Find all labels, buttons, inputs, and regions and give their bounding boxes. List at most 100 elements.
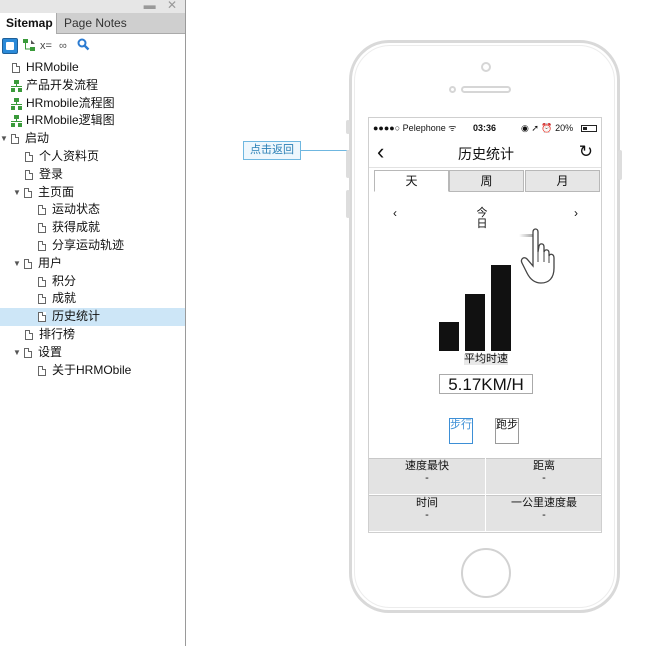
tree-item[interactable]: 分享运动轨迹 <box>0 237 185 255</box>
tree-item-label: 关于HRMObile <box>52 362 132 377</box>
tree-item[interactable]: 产品开发流程 <box>0 77 185 95</box>
stat-distance: 距离 - <box>486 458 601 494</box>
status-bar: ●●●●○ Pelephone ᯤ 03:36 ◉ ➚ ⏰ 20% <box>369 118 601 138</box>
phone-sensor <box>449 86 456 93</box>
home-button[interactable] <box>461 548 511 598</box>
flow-diagram-icon <box>11 115 22 128</box>
page-title: 历史统计 <box>458 146 514 162</box>
stat-km-speed: 一公里速度最 - <box>486 495 601 531</box>
phone-screen: ●●●●○ Pelephone ᯤ 03:36 ◉ ➚ ⏰ 20% ‹ 历史统计… <box>368 117 602 533</box>
tree-item-label: 积分 <box>52 273 77 288</box>
tree-item-label: 设置 <box>38 344 63 359</box>
tab-day[interactable]: 天 <box>374 170 449 192</box>
tab-sitemap[interactable]: Sitemap <box>0 13 57 34</box>
tree-item[interactable]: 运动状态 <box>0 201 185 219</box>
date-label: 今日 <box>476 207 488 230</box>
prev-date-button[interactable]: ‹ <box>393 206 397 220</box>
sitemap-tree: HRMobile 产品开发流程 HRmobile流程图 HRMobile逻辑图 ▼ 启动个… <box>0 59 185 379</box>
sitemap-toolbar: x= ∞ <box>0 36 185 56</box>
add-flow-icon[interactable] <box>22 38 36 54</box>
stat-time: 时间 - <box>369 495 485 531</box>
expand-arrow-icon[interactable]: ▼ <box>13 344 21 362</box>
phone-speaker <box>461 86 511 93</box>
stats-grid: 速度最快 - 距离 - 时间 - 一公里速度最 - <box>369 458 601 532</box>
tree-item[interactable]: 历史统计 <box>0 308 185 326</box>
page-icon <box>25 151 33 162</box>
tree-item[interactable]: 个人资料页 <box>0 148 185 166</box>
page-icon <box>38 365 46 376</box>
tab-week[interactable]: 周 <box>449 170 524 192</box>
stat-value: - <box>542 509 546 521</box>
tree-item[interactable]: 关于HRMObile <box>0 362 185 380</box>
tree-item-label: 个人资料页 <box>39 148 100 163</box>
tree-item[interactable]: 登录 <box>0 166 185 184</box>
stat-label: 一公里速度最 <box>511 497 577 509</box>
tree-item-label: 主页面 <box>38 184 75 199</box>
page-icon <box>38 240 46 251</box>
page-icon <box>25 169 33 180</box>
panel-title-bar: ▬ ✕ <box>0 0 185 13</box>
tree-item-label: 产品开发流程 <box>26 77 99 92</box>
tree-item[interactable]: HRMobile <box>0 59 185 77</box>
tree-item[interactable]: HRmobile流程图 <box>0 95 185 113</box>
avg-speed-label: 平均时速 <box>464 353 508 365</box>
battery-icon <box>581 125 597 132</box>
stat-value: - <box>425 509 429 521</box>
phone-camera <box>481 62 491 72</box>
run-mode-button[interactable]: 跑步 <box>495 418 519 444</box>
add-page-icon[interactable] <box>2 38 18 54</box>
expand-arrow-icon[interactable]: ▼ <box>13 184 21 202</box>
panel-window-controls[interactable]: ▬ ✕ <box>144 0 181 12</box>
search-icon[interactable] <box>77 38 90 54</box>
tree-item-label: 获得成就 <box>52 220 101 235</box>
page-icon <box>38 276 46 287</box>
tab-page-notes[interactable]: Page Notes <box>58 13 138 34</box>
tree-item[interactable]: HRMobile逻辑图 <box>0 112 185 130</box>
stat-label: 距离 <box>533 460 555 472</box>
tree-item[interactable]: ▼ 启动 <box>0 130 185 148</box>
nav-bar: ‹ 历史统计 ↻ <box>369 138 601 168</box>
back-callout-label: 点击返回 <box>243 141 301 160</box>
tree-item-label: 用户 <box>38 255 63 270</box>
stat-value: - <box>425 472 429 484</box>
tree-item[interactable]: ▼ 设置 <box>0 344 185 362</box>
tree-item-label: 运动状态 <box>52 202 101 217</box>
next-date-button[interactable]: › <box>574 206 578 220</box>
expand-arrow-icon[interactable]: ▼ <box>13 255 21 273</box>
refresh-icon[interactable]: ↻ <box>579 141 593 163</box>
chart-bar <box>491 265 511 351</box>
tree-item-label: HRMobile <box>26 60 79 74</box>
tree-item[interactable]: ▼ 用户 <box>0 255 185 273</box>
tree-item[interactable]: 获得成就 <box>0 219 185 237</box>
avg-speed-value: 5.17KM/H <box>439 374 533 394</box>
side-button <box>346 120 350 134</box>
activity-chart <box>439 256 523 351</box>
panel-tabs: Sitemap Page Notes <box>0 13 185 34</box>
page-icon <box>38 205 46 216</box>
walk-mode-button[interactable]: 步行 <box>449 418 473 444</box>
side-button <box>346 150 350 178</box>
page-icon <box>38 294 46 305</box>
status-time: 03:36 <box>473 123 497 133</box>
chart-bar <box>439 322 459 351</box>
stat-label: 速度最快 <box>405 460 449 472</box>
expand-arrow-icon[interactable]: ▼ <box>0 130 8 148</box>
tree-item[interactable]: 排行榜 <box>0 326 185 344</box>
chart-bar <box>465 294 485 351</box>
page-icon <box>24 187 32 198</box>
side-button <box>618 150 622 180</box>
variable-icon[interactable]: x= <box>40 38 52 54</box>
status-indicators: ◉ ➚ ⏰ 20% <box>521 123 574 133</box>
tree-item[interactable]: 成就 <box>0 290 185 308</box>
flow-diagram-icon <box>11 79 22 92</box>
stat-value: - <box>542 472 546 484</box>
page-icon <box>12 63 20 73</box>
page-icon <box>38 312 46 323</box>
tree-item[interactable]: ▼ 主页面 <box>0 184 185 202</box>
tree-item[interactable]: 积分 <box>0 273 185 291</box>
link-icon[interactable]: ∞ <box>59 38 67 54</box>
tree-item-label: 排行榜 <box>39 326 76 341</box>
tab-month[interactable]: 月 <box>525 170 600 192</box>
stat-label: 时间 <box>416 497 438 509</box>
sitemap-panel: ▬ ✕ Sitemap Page Notes x= ∞ HRMobile 产品开发… <box>0 0 186 646</box>
